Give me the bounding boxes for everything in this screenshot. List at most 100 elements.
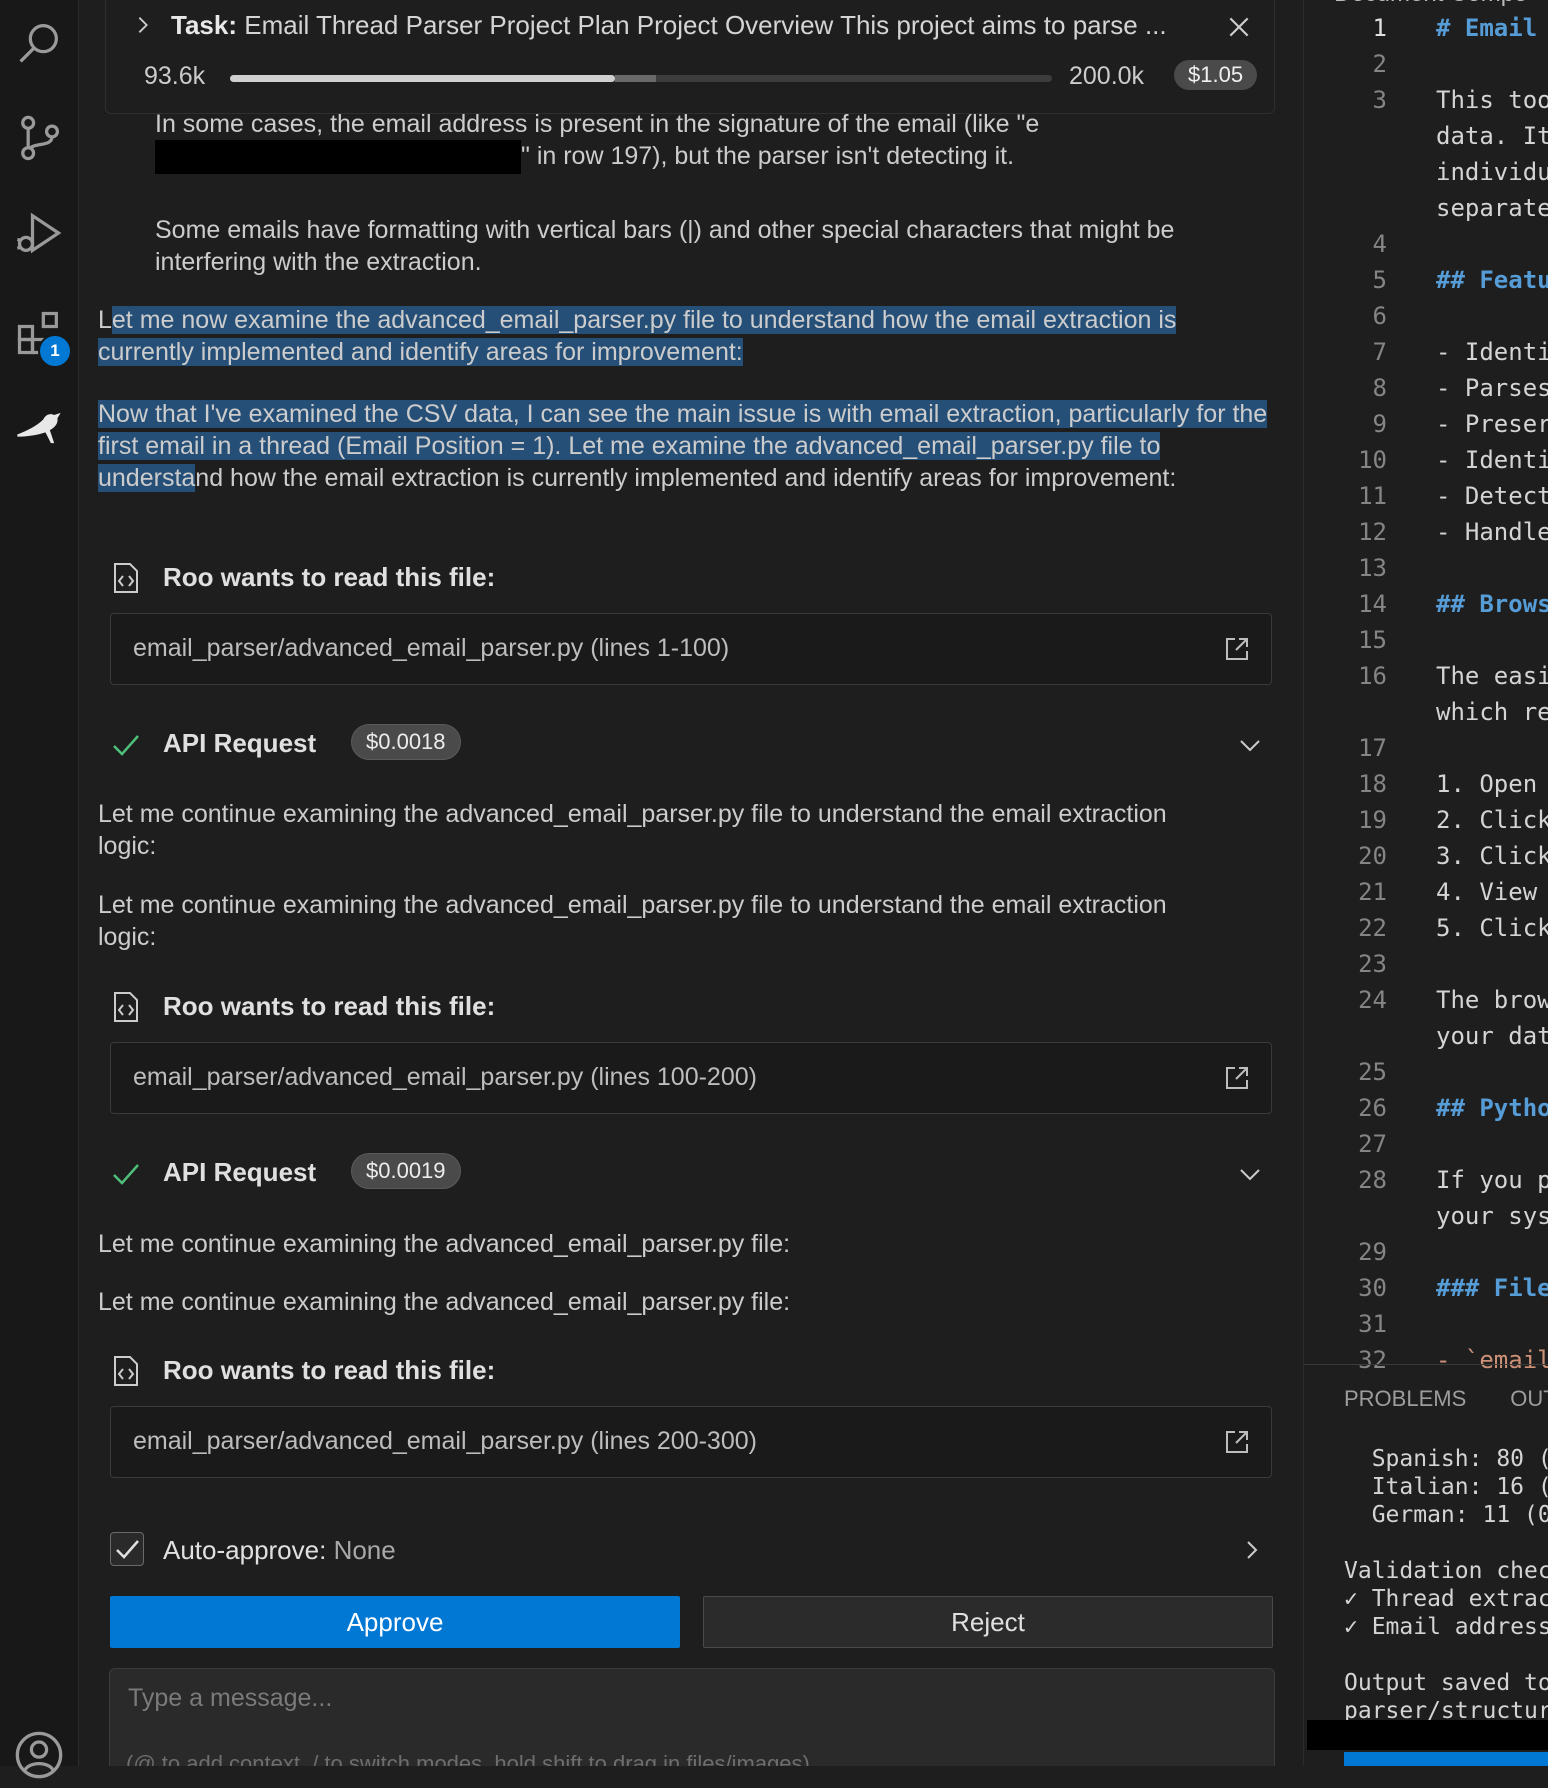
code-line[interactable]: 12 - Handle <box>1304 518 1548 554</box>
code-line[interactable]: 4 <box>1304 230 1548 266</box>
code-line[interactable]: 7 - Identi <box>1304 338 1548 374</box>
auto-approve-checkbox[interactable] <box>110 1532 144 1566</box>
line-number: 23 <box>1358 950 1387 978</box>
code-line[interactable]: 27 <box>1304 1130 1548 1166</box>
file-path: email_parser/advanced_email_parser.py (l… <box>133 1427 757 1455</box>
terminal-line: ✓ Email address <box>1344 1614 1548 1640</box>
code-line[interactable]: 23 <box>1304 950 1548 986</box>
code-line[interactable]: separate <box>1304 194 1548 230</box>
open-external-icon[interactable] <box>1223 1428 1251 1456</box>
roo-kangaroo-icon[interactable] <box>6 395 72 461</box>
editor-pane: Document Compo 1# Email23This toodata. I… <box>1303 0 1548 1766</box>
code-line[interactable]: 31 <box>1304 1310 1548 1346</box>
tokens-max: 200.0k <box>1069 62 1145 90</box>
file-code-icon <box>114 992 138 1022</box>
code-line[interactable]: 1 # Email <box>1304 14 1548 50</box>
code-line[interactable]: 20 3. Click <box>1304 842 1548 878</box>
code-text: ## Pytho <box>1436 1094 1548 1122</box>
code-line[interactable]: which re <box>1304 698 1548 734</box>
line-number: 8 <box>1372 374 1387 402</box>
code-line[interactable]: 13 <box>1304 554 1548 590</box>
code-line[interactable]: 14 ## Brows <box>1304 590 1548 626</box>
code-line[interactable]: 17 <box>1304 734 1548 770</box>
code-text: - Preser <box>1436 410 1548 438</box>
line-number: 29 <box>1358 1238 1387 1266</box>
chevron-right-icon[interactable] <box>1240 1538 1264 1562</box>
file-path-box[interactable]: email_parser/advanced_email_parser.py (l… <box>110 1406 1272 1478</box>
source-control-icon[interactable] <box>6 105 72 171</box>
terminal-line: Italian: 16 ( <box>1344 1474 1548 1500</box>
code-line[interactable]: 24 The brow <box>1304 986 1548 1022</box>
chevron-down-icon[interactable] <box>1237 732 1263 758</box>
message-composer[interactable]: (@ to add context, / to switch modes, ho… <box>109 1668 1275 1766</box>
message-input[interactable] <box>126 1683 1230 1714</box>
auto-approve-value: None <box>333 1535 396 1565</box>
code-line[interactable]: 16 The easi <box>1304 662 1548 698</box>
open-external-icon[interactable] <box>1223 635 1251 663</box>
code-line[interactable]: your sys <box>1304 1202 1548 1238</box>
code-line[interactable]: 10 - Identi <box>1304 446 1548 482</box>
code-line[interactable]: 15 <box>1304 626 1548 662</box>
code-line[interactable]: 18 1. Open <box>1304 770 1548 806</box>
code-line[interactable]: 2 <box>1304 50 1548 86</box>
code-line[interactable]: 30 ### File <box>1304 1274 1548 1310</box>
extensions-icon[interactable]: 1 <box>6 300 72 368</box>
api-request-row[interactable]: API Request $0.0019 <box>111 1153 1271 1195</box>
file-path-box[interactable]: email_parser/advanced_email_parser.py (l… <box>110 1042 1272 1114</box>
code-line[interactable]: 21 4. View <box>1304 878 1548 914</box>
code-line[interactable]: 22 5. Click <box>1304 914 1548 950</box>
code-line[interactable]: 9 - Preser <box>1304 410 1548 446</box>
search-icon[interactable] <box>6 10 72 76</box>
code-line[interactable]: 19 2. Click <box>1304 806 1548 842</box>
code-line[interactable]: 6 <box>1304 302 1548 338</box>
code-text: 1. Open <box>1436 770 1538 798</box>
code-line[interactable]: 11 - Detect <box>1304 482 1548 518</box>
line-number: 2 <box>1372 50 1387 78</box>
code-line[interactable]: 26 ## Pytho <box>1304 1094 1548 1130</box>
api-cost-badge: $0.0019 <box>351 1153 461 1189</box>
selected-text: et me now examine the advanced_email_par… <box>98 306 1177 366</box>
code-line[interactable]: 5 ## Featu <box>1304 266 1548 302</box>
line-number: 21 <box>1358 878 1387 906</box>
api-request-row[interactable]: API Request $0.0018 <box>111 724 1271 766</box>
tab-problems[interactable]: PROBLEMS <box>1344 1386 1466 1411</box>
message-text: Let me continue examining the advanced_e… <box>98 800 1167 860</box>
code-line[interactable]: 3 This too <box>1304 86 1548 122</box>
message-text: Let me continue examining the advanced_e… <box>98 1230 791 1258</box>
code-text: If you p <box>1436 1166 1548 1194</box>
terminal-line: Spanish: 80 ( <box>1344 1446 1548 1472</box>
run-debug-icon[interactable] <box>6 200 72 266</box>
open-external-icon[interactable] <box>1223 1064 1251 1092</box>
auto-approve-label: Auto-approve: None <box>163 1535 396 1566</box>
file-path-box[interactable]: email_parser/advanced_email_parser.py (l… <box>110 613 1272 685</box>
code-line[interactable]: 25 <box>1304 1058 1548 1094</box>
code-text: - Handle <box>1436 518 1548 546</box>
code-line[interactable]: 29 <box>1304 1238 1548 1274</box>
code-line[interactable]: your dat <box>1304 1022 1548 1058</box>
reject-button[interactable]: Reject <box>703 1596 1273 1648</box>
chevron-down-icon[interactable] <box>1237 1161 1263 1187</box>
code-line[interactable]: data. It <box>1304 122 1548 158</box>
code-line[interactable]: individu <box>1304 158 1548 194</box>
code-text: - Identi <box>1436 338 1548 366</box>
line-number: 12 <box>1358 518 1387 546</box>
terminal-tab-strip[interactable] <box>1344 1752 1548 1766</box>
chevron-right-icon[interactable] <box>132 14 154 36</box>
line-number: 24 <box>1358 986 1387 1014</box>
auto-approve-title: Auto-approve: <box>163 1535 327 1565</box>
code-line[interactable]: 28 If you p <box>1304 1166 1548 1202</box>
account-icon[interactable] <box>6 1722 72 1788</box>
check-icon <box>113 735 139 756</box>
approve-button[interactable]: Approve <box>110 1596 680 1648</box>
check-icon <box>113 1164 139 1185</box>
check-icon <box>116 1540 139 1559</box>
code-line[interactable]: 8 - Parses <box>1304 374 1548 410</box>
close-icon[interactable] <box>1226 14 1252 40</box>
task-header[interactable]: Task: Email Thread Parser Project Plan P… <box>105 0 1275 114</box>
file-path: email_parser/advanced_email_parser.py (l… <box>133 1063 757 1091</box>
message-text-fragment: L <box>98 306 112 334</box>
tab-output[interactable]: OUT <box>1510 1386 1548 1411</box>
code-text: which re <box>1436 698 1548 726</box>
auto-approve-row[interactable]: Auto-approve: None <box>110 1532 1272 1572</box>
line-number: 1 <box>1372 14 1387 42</box>
